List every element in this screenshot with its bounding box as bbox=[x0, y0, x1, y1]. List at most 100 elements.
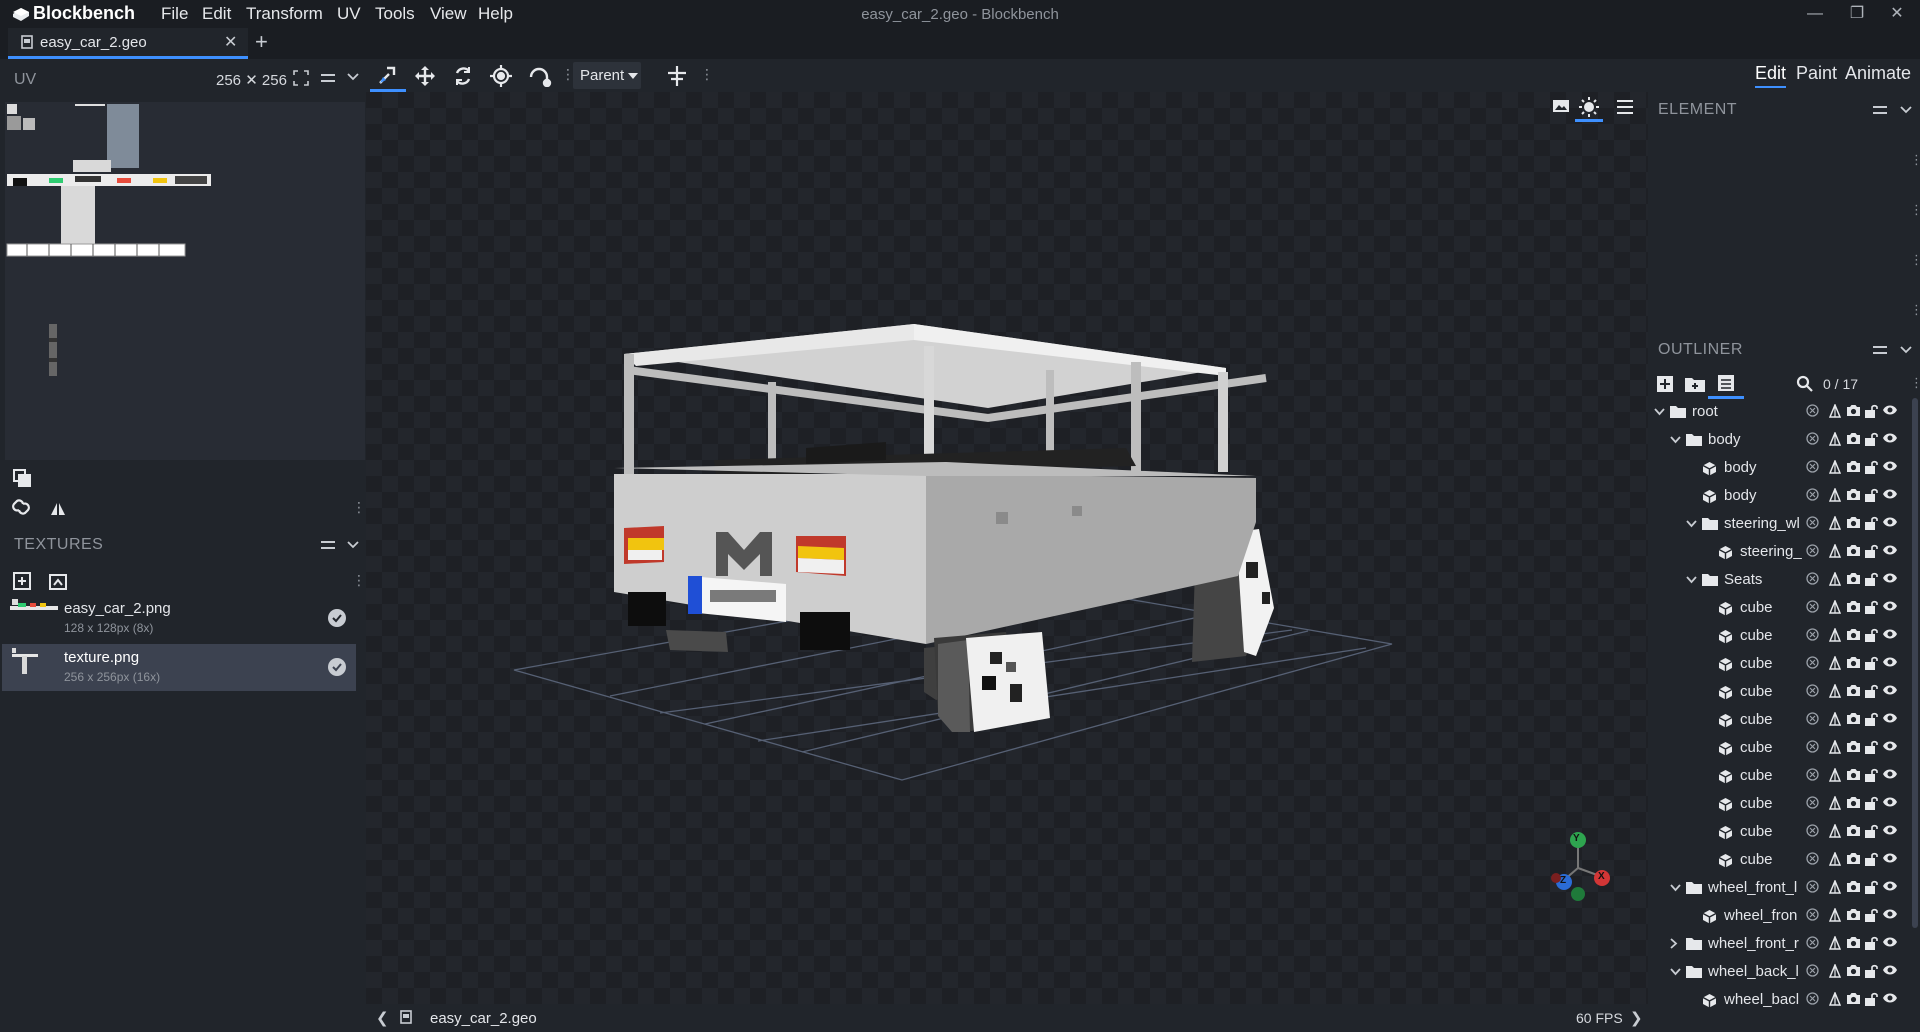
camera-icon[interactable] bbox=[1846, 768, 1861, 781]
visibility-toggle-icon[interactable] bbox=[1806, 740, 1819, 753]
copy-icon[interactable] bbox=[12, 468, 32, 488]
mode-animate-tab[interactable]: Animate bbox=[1845, 63, 1911, 84]
mode-edit-tab[interactable]: Edit bbox=[1755, 63, 1787, 88]
eye-icon[interactable] bbox=[1882, 544, 1898, 556]
outliner-group-row[interactable]: wheel_front_l bbox=[1648, 874, 1910, 902]
mirror-uv-icon[interactable] bbox=[1829, 908, 1841, 922]
eye-icon[interactable] bbox=[1882, 992, 1898, 1004]
element-more-icon[interactable]: ⋮ bbox=[1910, 152, 1920, 168]
outliner-group-row[interactable]: Seats bbox=[1648, 566, 1910, 594]
3d-viewport[interactable]: Y X Z bbox=[366, 92, 1648, 1004]
outliner-group-row[interactable]: body bbox=[1648, 426, 1910, 454]
eye-icon[interactable] bbox=[1882, 516, 1898, 528]
menu-uv[interactable]: UV bbox=[337, 4, 361, 24]
visibility-toggle-icon[interactable] bbox=[1806, 628, 1819, 641]
mirror-uv-icon[interactable] bbox=[1829, 824, 1841, 838]
camera-icon[interactable] bbox=[1846, 516, 1861, 529]
eye-icon[interactable] bbox=[1882, 908, 1898, 920]
menu-file[interactable]: File bbox=[161, 4, 188, 24]
visibility-toggle-icon[interactable] bbox=[1806, 600, 1819, 613]
eye-icon[interactable] bbox=[1882, 712, 1898, 724]
mirror-icon[interactable] bbox=[49, 499, 67, 517]
tab-easy-car[interactable]: easy_car_2.geo ✕ bbox=[8, 28, 248, 59]
visibility-toggle-icon[interactable] bbox=[1806, 852, 1819, 865]
camera-icon[interactable] bbox=[1846, 796, 1861, 809]
camera-icon[interactable] bbox=[1846, 880, 1861, 893]
outliner-more-icon[interactable]: ⋮ bbox=[1910, 375, 1920, 391]
visibility-toggle-icon[interactable] bbox=[1806, 488, 1819, 501]
eye-icon[interactable] bbox=[1882, 852, 1898, 864]
menu-tools[interactable]: Tools bbox=[375, 4, 415, 24]
create-texture-icon[interactable] bbox=[48, 571, 68, 591]
outliner-collapse-icon[interactable] bbox=[1900, 346, 1912, 354]
minimize-button[interactable]: — bbox=[1792, 2, 1838, 26]
outliner-cube-row[interactable]: wheel_fron bbox=[1648, 902, 1910, 930]
lock-icon[interactable] bbox=[1864, 544, 1878, 558]
outliner-cube-row[interactable]: cube bbox=[1648, 650, 1910, 678]
camera-icon[interactable] bbox=[1846, 460, 1861, 473]
eye-icon[interactable] bbox=[1882, 796, 1898, 808]
chevron-down-icon[interactable] bbox=[1654, 408, 1665, 416]
menu-transform[interactable]: Transform bbox=[246, 4, 323, 24]
camera-icon[interactable] bbox=[1846, 824, 1861, 837]
vertex-snap-icon[interactable] bbox=[528, 65, 552, 87]
element-menu-icon[interactable] bbox=[1872, 103, 1888, 117]
chevron-down-icon[interactable] bbox=[1670, 968, 1681, 976]
mirror-uv-icon[interactable] bbox=[1829, 740, 1841, 754]
move-tool-button[interactable] bbox=[370, 59, 406, 92]
axis-gizmo[interactable] bbox=[1548, 832, 1618, 902]
eye-icon[interactable] bbox=[1882, 768, 1898, 780]
lock-icon[interactable] bbox=[1864, 936, 1878, 950]
camera-icon[interactable] bbox=[1846, 656, 1861, 669]
add-group-icon[interactable] bbox=[1684, 375, 1706, 393]
eye-icon[interactable] bbox=[1882, 488, 1898, 500]
chevron-right-icon[interactable] bbox=[1670, 938, 1678, 949]
outliner-cube-row[interactable]: cube bbox=[1648, 706, 1910, 734]
visibility-toggle-icon[interactable] bbox=[1806, 460, 1819, 473]
outliner-cube-row[interactable]: cube bbox=[1648, 818, 1910, 846]
lock-icon[interactable] bbox=[1864, 684, 1878, 698]
outliner-cube-row[interactable]: cube bbox=[1648, 846, 1910, 874]
outliner-group-row[interactable]: wheel_front_r bbox=[1648, 930, 1910, 958]
lock-icon[interactable] bbox=[1864, 992, 1878, 1006]
camera-icon[interactable] bbox=[1846, 992, 1861, 1005]
eye-icon[interactable] bbox=[1882, 432, 1898, 444]
textures-more-icon[interactable]: ⋮ bbox=[352, 572, 366, 589]
camera-icon[interactable] bbox=[1846, 544, 1861, 557]
visibility-toggle-icon[interactable] bbox=[1806, 544, 1819, 557]
outliner-cube-row[interactable]: cube bbox=[1648, 734, 1910, 762]
lock-icon[interactable] bbox=[1864, 404, 1878, 418]
eye-icon[interactable] bbox=[1882, 740, 1898, 752]
outliner-cube-row[interactable]: cube bbox=[1648, 790, 1910, 818]
lock-icon[interactable] bbox=[1864, 964, 1878, 978]
mirror-uv-icon[interactable] bbox=[1829, 544, 1841, 558]
lock-icon[interactable] bbox=[1864, 628, 1878, 642]
mirror-uv-icon[interactable] bbox=[1829, 992, 1841, 1006]
mirror-uv-icon[interactable] bbox=[1829, 432, 1841, 446]
visibility-toggle-icon[interactable] bbox=[1806, 880, 1819, 893]
menu-edit[interactable]: Edit bbox=[202, 4, 231, 24]
outliner-view-button[interactable] bbox=[1708, 368, 1744, 399]
visibility-toggle-icon[interactable] bbox=[1806, 656, 1819, 669]
element-more-icon[interactable]: ⋮ bbox=[1910, 202, 1920, 218]
camera-icon[interactable] bbox=[1846, 908, 1861, 921]
mirror-uv-icon[interactable] bbox=[1829, 656, 1841, 670]
mirror-uv-icon[interactable] bbox=[1829, 628, 1841, 642]
visibility-toggle-icon[interactable] bbox=[1806, 432, 1819, 445]
camera-icon[interactable] bbox=[1846, 740, 1861, 753]
lock-icon[interactable] bbox=[1864, 852, 1878, 866]
visibility-toggle-icon[interactable] bbox=[1806, 992, 1819, 1005]
element-more-icon[interactable]: ⋮ bbox=[1910, 302, 1920, 318]
toolbar-more-2-icon[interactable]: ⋮ bbox=[700, 66, 714, 83]
rotate-icon[interactable] bbox=[452, 65, 474, 87]
add-cube-icon[interactable] bbox=[1656, 375, 1674, 393]
mirror-uv-icon[interactable] bbox=[1829, 572, 1841, 586]
uv-editor-canvas[interactable] bbox=[5, 102, 365, 460]
eye-icon[interactable] bbox=[1882, 824, 1898, 836]
check-circle-icon[interactable] bbox=[328, 609, 346, 627]
mirror-uv-icon[interactable] bbox=[1829, 768, 1841, 782]
new-tab-button[interactable]: + bbox=[255, 29, 268, 55]
outliner-cube-row[interactable]: body bbox=[1648, 454, 1910, 482]
lock-icon[interactable] bbox=[1864, 908, 1878, 922]
import-texture-icon[interactable] bbox=[12, 571, 32, 591]
